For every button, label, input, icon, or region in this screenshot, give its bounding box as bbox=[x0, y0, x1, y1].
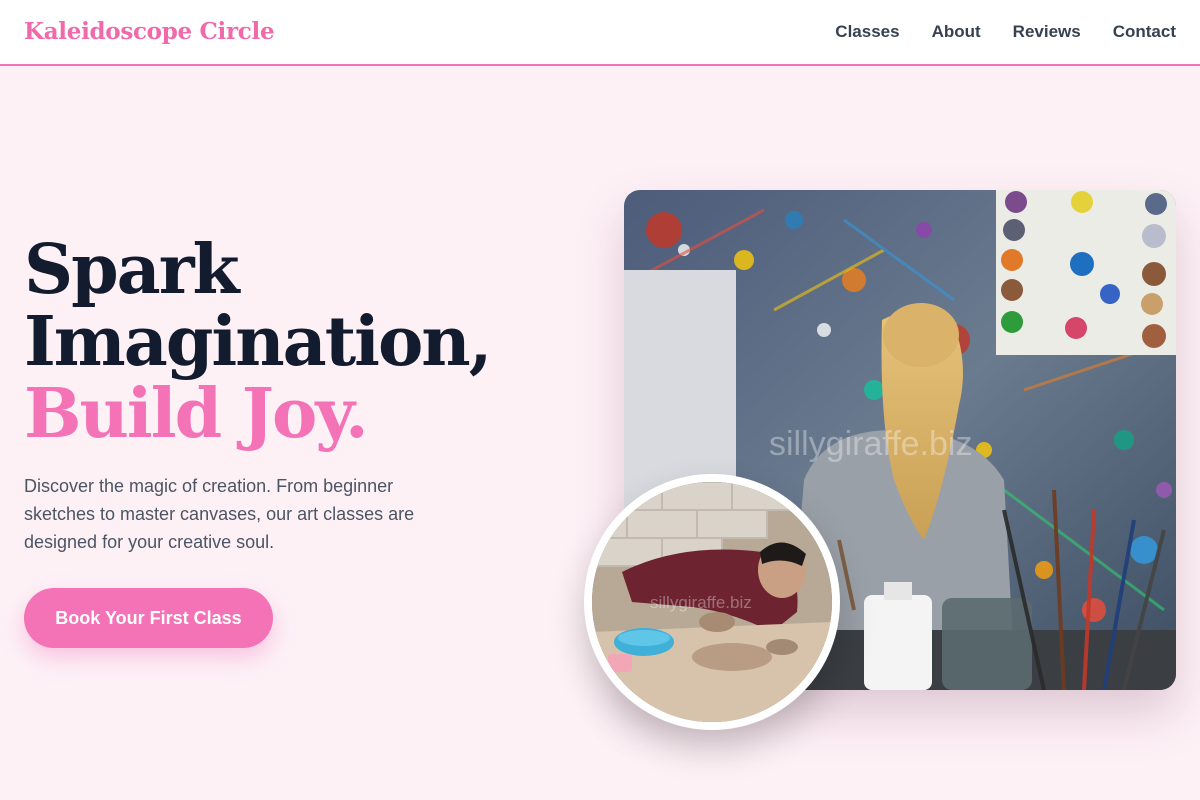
hero-title-line-2: Imagination, bbox=[24, 302, 492, 382]
site-logo[interactable]: Kaleidoscope Circle bbox=[24, 18, 275, 45]
hero-title-accent: Build Joy. bbox=[24, 374, 369, 454]
nav-link-classes[interactable]: Classes bbox=[835, 22, 899, 42]
pottery-photo: sillygiraffe.biz bbox=[592, 482, 832, 722]
nav-link-contact[interactable]: Contact bbox=[1113, 22, 1176, 42]
nav-link-reviews[interactable]: Reviews bbox=[1013, 22, 1081, 42]
site-header: Kaleidoscope Circle Classes About Review… bbox=[0, 0, 1200, 66]
circle-image-watermark: sillygiraffe.biz bbox=[650, 593, 752, 612]
nav-link-about[interactable]: About bbox=[932, 22, 981, 42]
main-nav: Classes About Reviews Contact bbox=[835, 22, 1176, 42]
book-first-class-button[interactable]: Book Your First Class bbox=[24, 588, 273, 648]
pottery-class-image: sillygiraffe.biz bbox=[584, 474, 840, 730]
hero-title: Spark Imagination, Build Joy. bbox=[24, 234, 584, 450]
main-image-watermark: sillygiraffe.biz bbox=[769, 425, 972, 463]
hero-title-line-1: Spark bbox=[24, 230, 240, 310]
hero-description: Discover the magic of creation. From beg… bbox=[24, 476, 415, 552]
